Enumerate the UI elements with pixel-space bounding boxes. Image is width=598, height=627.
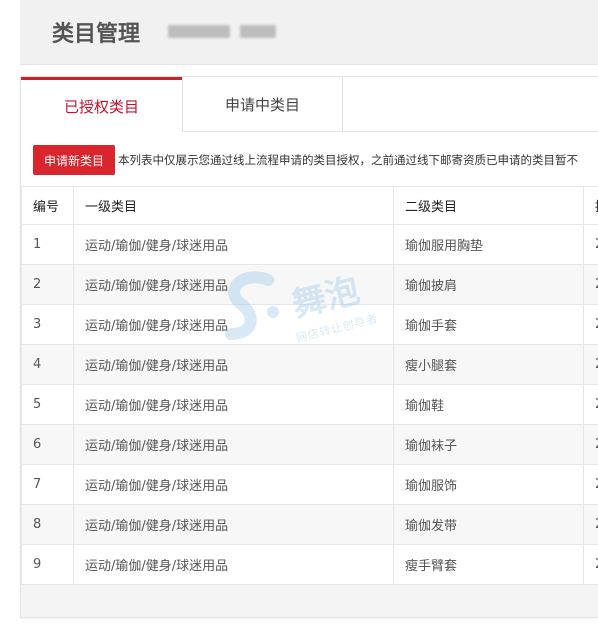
notice-text: 本列表中仅展示您通过线上流程申请的类目授权，之前通过线下邮寄资质已申请的类目暂不 — [118, 153, 578, 167]
cell-authorization: 2 — [583, 264, 598, 305]
header-level2-category: 二级类目 — [393, 186, 584, 225]
cell-number: 7 — [21, 464, 74, 505]
page-title: 类目管理 — [52, 22, 141, 47]
cell-level1-category: 运动/瑜伽/健身/球迷用品 — [73, 384, 394, 425]
category-table-wrapper: 编号 一级类目 二级类目 授 1 运动/瑜伽/健身/球迷用品 瑜伽服用胸垫 2 … — [21, 186, 598, 585]
cell-level2-category: 瑜伽服用胸垫 — [393, 224, 584, 265]
redacted-shop-id — [240, 25, 276, 38]
cell-level2-category: 瑜伽鞋 — [393, 384, 584, 425]
cell-level1-category: 运动/瑜伽/健身/球迷用品 — [73, 224, 394, 265]
cell-level2-category: 瘦小腿套 — [393, 344, 584, 385]
cell-level2-category: 瑜伽披肩 — [393, 264, 584, 305]
table-row: 8 运动/瑜伽/健身/球迷用品 瑜伽发带 2 — [21, 504, 598, 545]
table-row: 9 运动/瑜伽/健身/球迷用品 瘦手臂套 2 — [21, 544, 598, 585]
cell-number: 1 — [21, 224, 74, 265]
cell-authorization: 2 — [583, 504, 598, 545]
cell-level1-category: 运动/瑜伽/健身/球迷用品 — [73, 464, 394, 505]
cell-level1-category: 运动/瑜伽/健身/球迷用品 — [73, 344, 394, 385]
cell-number: 3 — [21, 304, 74, 345]
cell-level2-category: 瘦手臂套 — [393, 544, 584, 585]
cell-number: 6 — [21, 424, 74, 465]
header-level1-category: 一级类目 — [73, 186, 394, 225]
cell-level2-category: 瑜伽服饰 — [393, 464, 584, 505]
apply-new-category-button[interactable]: 申请新类目 — [33, 145, 115, 175]
cell-authorization: 2 — [583, 544, 598, 585]
table-row: 4 运动/瑜伽/健身/球迷用品 瘦小腿套 2 — [21, 344, 598, 385]
tab-pending-categories[interactable]: 申请中类目 — [182, 77, 343, 132]
table-row: 1 运动/瑜伽/健身/球迷用品 瑜伽服用胸垫 2 — [21, 224, 598, 265]
page-header: 类目管理 — [20, 0, 598, 65]
cell-authorization: 2 — [583, 384, 598, 425]
cell-authorization: 2 — [583, 424, 598, 465]
table-row: 6 运动/瑜伽/健身/球迷用品 瑜伽袜子 2 — [21, 424, 598, 465]
table-footer — [21, 584, 598, 617]
cell-level1-category: 运动/瑜伽/健身/球迷用品 — [73, 544, 394, 585]
table-row: 7 运动/瑜伽/健身/球迷用品 瑜伽服饰 2 — [21, 464, 598, 505]
cell-authorization: 2 — [583, 464, 598, 505]
cell-number: 8 — [21, 504, 74, 545]
cell-level1-category: 运动/瑜伽/健身/球迷用品 — [73, 424, 394, 465]
cell-number: 9 — [21, 544, 74, 585]
cell-level1-category: 运动/瑜伽/健身/球迷用品 — [73, 264, 394, 305]
table-header-row: 编号 一级类目 二级类目 授 — [21, 186, 598, 225]
tab-authorized-categories[interactable]: 已授权类目 — [21, 77, 182, 133]
cell-authorization: 2 — [583, 224, 598, 265]
table-row: 2 运动/瑜伽/健身/球迷用品 瑜伽披肩 2 — [21, 264, 598, 305]
header-authorization: 授 — [583, 186, 598, 225]
category-management-page: 类目管理 已授权类目 申请中类目 申请新类目 本列表中仅展示您通过线上流程申请的… — [0, 0, 598, 627]
cell-number: 2 — [21, 264, 74, 305]
cell-level1-category: 运动/瑜伽/健身/球迷用品 — [73, 304, 394, 345]
table-row: 3 运动/瑜伽/健身/球迷用品 瑜伽手套 2 — [21, 304, 598, 345]
cell-authorization: 2 — [583, 304, 598, 345]
cell-level1-category: 运动/瑜伽/健身/球迷用品 — [73, 504, 394, 545]
header-number: 编号 — [21, 186, 74, 225]
table-row: 5 运动/瑜伽/健身/球迷用品 瑜伽鞋 2 — [21, 384, 598, 425]
cell-level2-category: 瑜伽手套 — [393, 304, 584, 345]
cell-authorization: 2 — [583, 344, 598, 385]
cell-level2-category: 瑜伽发带 — [393, 504, 584, 545]
cell-number: 4 — [21, 344, 74, 385]
category-panel: 已授权类目 申请中类目 申请新类目 本列表中仅展示您通过线上流程申请的类目授权，… — [20, 76, 598, 618]
cell-number: 5 — [21, 384, 74, 425]
cell-level2-category: 瑜伽袜子 — [393, 424, 584, 465]
redacted-shop-name — [168, 25, 230, 38]
tab-bar: 已授权类目 申请中类目 — [21, 77, 598, 133]
category-table: 编号 一级类目 二级类目 授 1 运动/瑜伽/健身/球迷用品 瑜伽服用胸垫 2 … — [21, 186, 598, 585]
